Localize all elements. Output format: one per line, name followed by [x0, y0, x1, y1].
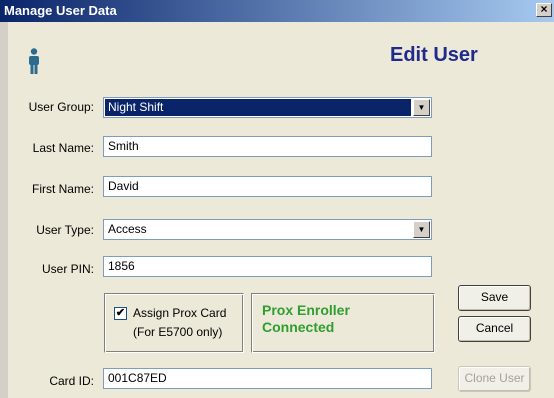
- close-button[interactable]: ×: [536, 3, 552, 17]
- chevron-down-icon[interactable]: ▼: [413, 99, 430, 116]
- assign-prox-checkbox[interactable]: ✔: [114, 307, 127, 320]
- save-button[interactable]: Save: [458, 285, 531, 311]
- first-name-input[interactable]: David: [103, 176, 432, 197]
- window-title: Manage User Data: [4, 3, 117, 18]
- chevron-down-icon[interactable]: ▼: [413, 221, 430, 238]
- assign-prox-note: (For E5700 only): [133, 325, 223, 339]
- user-type-value: Access: [108, 222, 147, 236]
- prox-status-box: Prox Enroller Connected: [251, 293, 435, 353]
- prox-status-line1: Prox Enroller: [262, 302, 350, 318]
- last-name-input[interactable]: Smith: [103, 136, 432, 157]
- card-id-input[interactable]: 001C87ED: [103, 368, 432, 389]
- user-group-select[interactable]: Night Shift ▼: [103, 97, 432, 118]
- user-type-select[interactable]: Access ▼: [103, 219, 432, 240]
- last-name-label: Last Name:: [32, 141, 94, 155]
- assign-prox-label: Assign Prox Card: [133, 306, 227, 320]
- user-pin-label: User PIN:: [41, 262, 94, 276]
- user-type-label: User Type:: [36, 223, 94, 237]
- assign-prox-group: ✔ Assign Prox Card (For E5700 only): [104, 293, 244, 353]
- first-name-label: First Name:: [31, 182, 94, 196]
- title-bar: Manage User Data ×: [0, 0, 554, 22]
- cancel-button[interactable]: Cancel: [458, 316, 531, 342]
- page-title: Edit User: [390, 44, 478, 66]
- user-pin-input[interactable]: 1856: [103, 256, 432, 277]
- person-icon: [27, 48, 41, 77]
- clone-user-button[interactable]: Clone User: [458, 366, 531, 392]
- user-group-value: Night Shift: [105, 99, 411, 116]
- card-id-label: Card ID:: [49, 374, 94, 388]
- prox-status-line2: Connected: [262, 319, 335, 335]
- user-group-label: User Group:: [28, 100, 94, 114]
